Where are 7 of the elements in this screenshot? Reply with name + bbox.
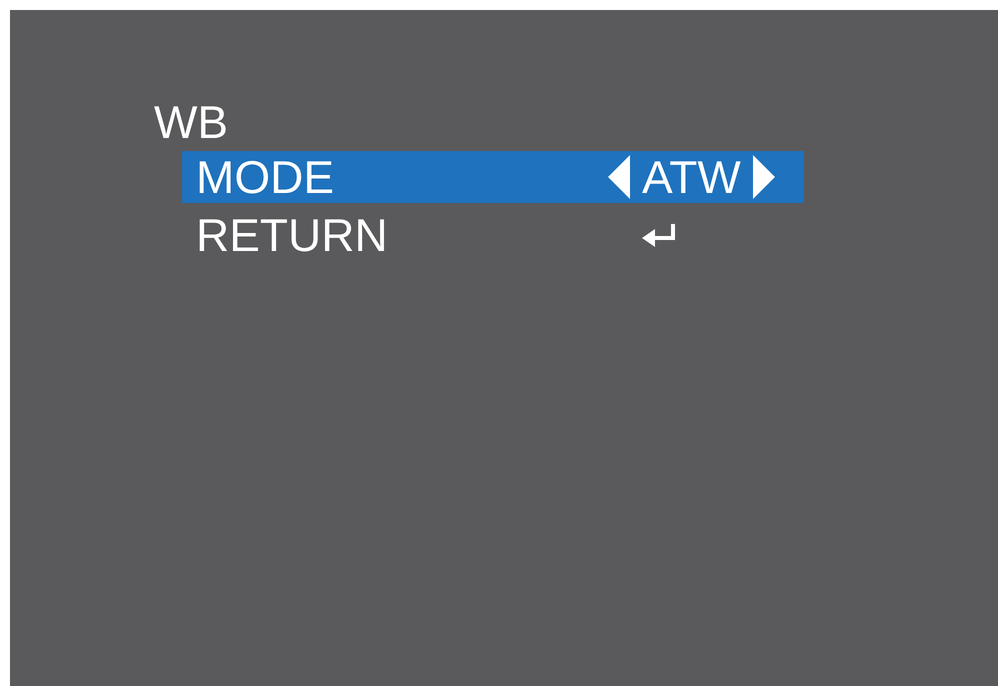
enter-icon (642, 222, 678, 248)
option-value: ATW (642, 151, 741, 203)
right-arrow-icon[interactable] (752, 155, 775, 199)
left-arrow-icon[interactable] (608, 155, 630, 199)
menu-item[interactable]: RETURN (182, 209, 804, 261)
menu-title: WB (154, 96, 228, 148)
menu-item[interactable]: MODE ATW (182, 151, 804, 203)
